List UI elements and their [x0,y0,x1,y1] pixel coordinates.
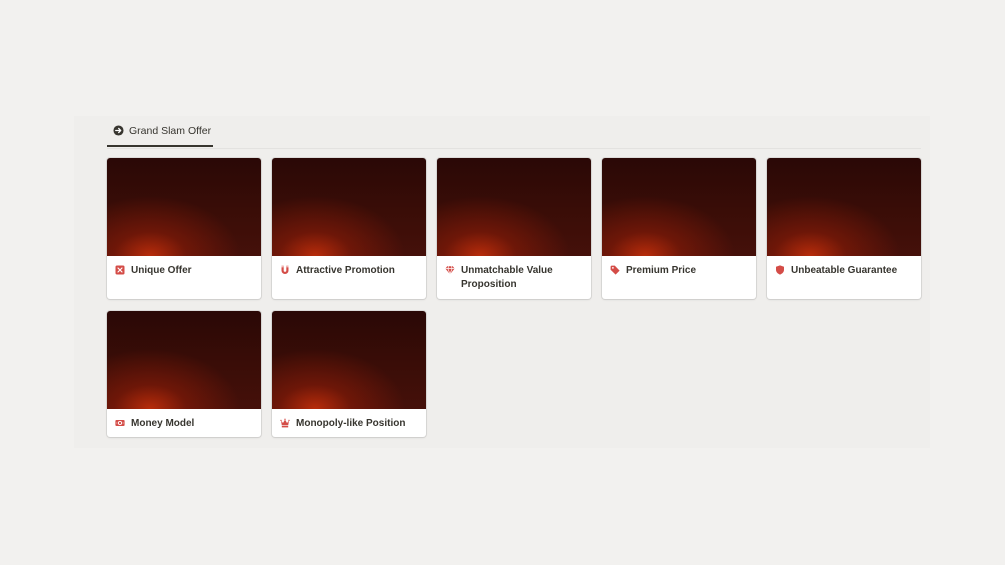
card-money-model[interactable]: Money Model [107,311,261,437]
card-unbeatable-guarantee[interactable]: Unbeatable Guarantee [767,158,921,299]
tag-icon [610,265,620,275]
card-premium-price[interactable]: Premium Price [602,158,756,299]
tab-label: Grand Slam Offer [129,124,212,137]
card-unmatchable-value-proposition[interactable]: Unmatchable Value Proposition [437,158,591,299]
card-title: Attractive Promotion [296,265,395,276]
card-cover [272,311,426,409]
card-title: Premium Price [626,265,697,276]
card-attractive-promotion[interactable]: Attractive Promotion [272,158,426,299]
gallery-view: Grand Slam Offer Unique Offer Attractive… [74,116,930,448]
arrow-circle-right-icon [113,125,124,136]
shield-icon [776,265,784,275]
card-title: Unmatchable Value Proposition [461,265,553,290]
card-title: Monopoly-like Position [296,418,406,429]
card-title: Unique Offer [131,265,192,276]
square-x-icon [115,265,125,275]
card-monopoly-like-position[interactable]: Monopoly-like Position [272,311,426,437]
card-cover [107,158,261,256]
crown-icon [280,418,290,428]
card-title: Money Model [131,418,195,429]
card-cover [272,158,426,256]
view-tabbar: Grand Slam Offer [107,116,921,149]
card-cover [107,311,261,409]
magnet-icon [281,265,289,274]
card-title: Unbeatable Guarantee [791,265,898,276]
tab-grand-slam-offer[interactable]: Grand Slam Offer [107,116,213,147]
card-unique-offer[interactable]: Unique Offer [107,158,261,299]
card-cover [437,158,591,256]
card-cover [767,158,921,256]
banknote-icon [115,420,125,426]
card-cover [602,158,756,256]
diamond-icon [445,266,455,275]
